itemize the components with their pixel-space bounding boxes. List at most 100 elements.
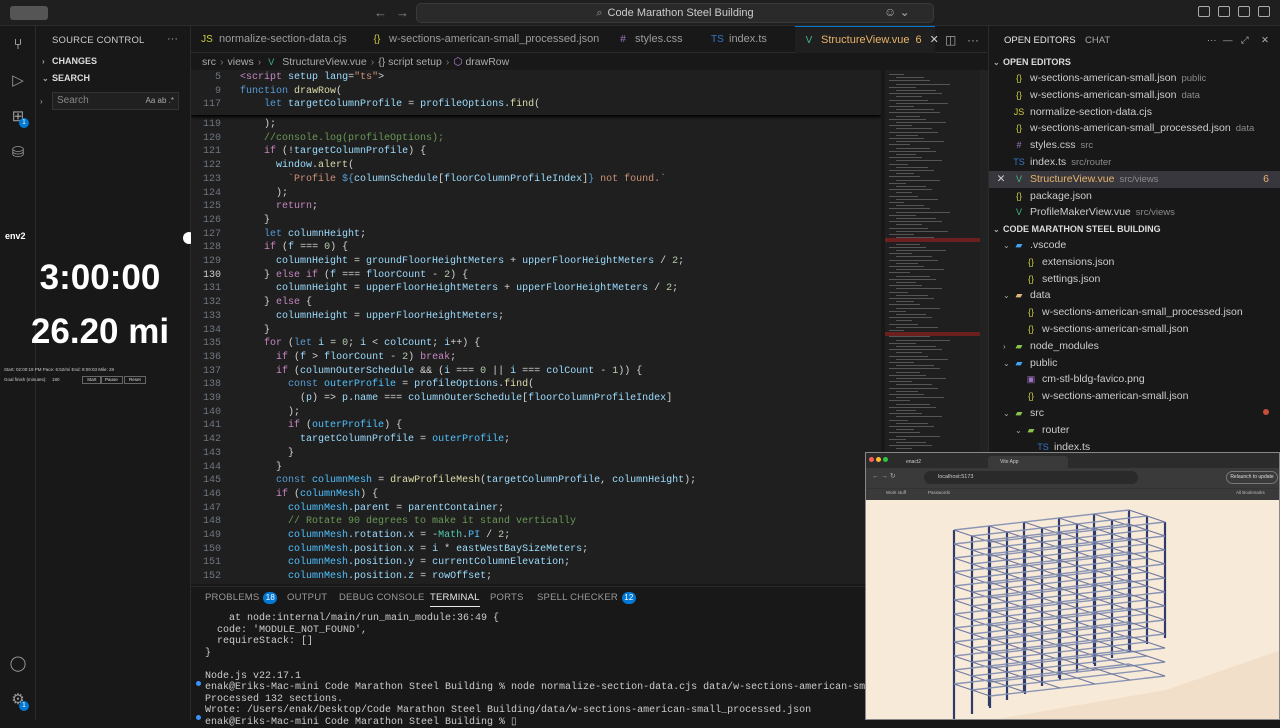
source-control-icon[interactable]: ⑂ [9,36,27,54]
tab-chat[interactable]: CHAT [1085,35,1110,46]
tab-normalize-section-data[interactable]: JSnormalize-section-data.cjs [201,26,361,53]
browser-tab[interactable]: enact2 [894,456,984,468]
code-line[interactable]: 141 if (outerProfile) { [191,419,881,433]
open-editor-item[interactable]: {}w-sections-american-small_processed.js… [989,120,1280,137]
copilot-icon[interactable]: ☺ ⌄ [884,5,910,19]
code-line[interactable]: 121 if (!targetColumnProfile) { [191,145,881,159]
code-line[interactable]: 127 let columnHeight; [191,228,881,242]
close-icon[interactable]: ✕ [989,171,1013,188]
open-editor-item[interactable]: {}w-sections-american-small.jsonpublic [989,70,1280,87]
3d-viewport[interactable] [866,500,1280,720]
close-icon[interactable]: ✕ [930,34,939,46]
code-line[interactable]: 148 // Rotate 90 degrees to make it stan… [191,515,881,529]
changes-section[interactable]: ›CHANGES [42,56,97,66]
toggle-secondary-sidebar-icon[interactable] [1258,6,1270,17]
code-line[interactable]: 129 columnHeight = groundFloorHeightMete… [191,255,881,269]
file-item[interactable]: {}w-sections-american-small.json [989,321,1280,338]
toggle-sidebar-icon[interactable] [1218,6,1230,17]
code-line[interactable]: 140 ); [191,406,881,420]
more-actions-icon[interactable]: ··· [967,33,979,47]
breadcrumb-item[interactable]: script setup [388,56,442,68]
open-editor-item[interactable]: VProfileMakerView.vuesrc/views [989,204,1280,221]
code-line[interactable]: 144 } [191,461,881,475]
code-line[interactable]: 136 if (f > floorCount - 2) break; [191,351,881,365]
code-line[interactable]: 139 (p) => p.name === columnOuterSchedul… [191,392,881,406]
more-actions-icon[interactable]: ··· [167,33,178,45]
code-line[interactable]: 152 columnMesh.position.z = rowOffset; [191,570,881,584]
code-line[interactable]: 122 window.alert( [191,159,881,173]
code-line[interactable]: 119 ); [191,118,881,132]
code-line[interactable]: 128 if (f === 0) { [191,241,881,255]
code-line[interactable]: 125 return; [191,200,881,214]
run-debug-icon[interactable]: ▷ [9,72,27,90]
search-options[interactable]: Aa ab .* [146,93,174,109]
code-line[interactable]: 149 columnMesh.rotation.x = -Math.PI / 2… [191,529,881,543]
bookmark-item[interactable]: Passwords [928,490,950,495]
code-line[interactable]: 138 const outerProfile = profileOptions.… [191,378,881,392]
code-line[interactable]: 145 const columnMesh = drawProfileMesh(t… [191,474,881,488]
sticky-line[interactable]: 9function drawRow( [191,85,881,99]
layout-icon[interactable] [1198,6,1210,17]
browser-tab-active[interactable]: Vite App [988,456,1068,468]
tab-spell-checker[interactable]: SPELL CHECKER12 [537,592,636,604]
breadcrumb-item[interactable]: drawRow [465,56,509,68]
settings-gear-icon[interactable]: ⚙1 [9,691,27,709]
code-line[interactable]: 150 columnMesh.position.x = i * eastWest… [191,543,881,557]
code-line[interactable]: 120 //console.log(profileOptions); [191,132,881,146]
forward-arrow-icon[interactable]: → [396,5,409,20]
code-line[interactable]: 132 } else { [191,296,881,310]
close-window-icon[interactable] [869,457,874,462]
code-line[interactable]: 151 columnMesh.position.y = currentColum… [191,556,881,570]
breadcrumb-item[interactable]: StructureView.vue [282,56,366,68]
tab-structure-view[interactable]: VStructureView.vue6✕ [795,26,935,53]
tab-output[interactable]: OUTPUT [287,592,327,603]
file-item[interactable]: {}w-sections-american-small.json [989,388,1280,405]
folder-item[interactable]: ⌄▰.vscode [989,237,1280,254]
folder-item[interactable]: ⌄▰data [989,287,1280,304]
code-line[interactable]: 131 columnHeight = upperFloorHeightMeter… [191,282,881,296]
code-line[interactable]: 130 } else if (f === floorCount - 2) { [191,269,881,283]
open-editors-section[interactable]: ⌄OPEN EDITORS [993,57,1071,67]
relaunch-button[interactable]: Relaunch to update [1226,471,1278,484]
code-line[interactable]: 146 if (columnMesh) { [191,488,881,502]
close-icon[interactable]: ✕ [1261,35,1269,46]
open-editor-item[interactable]: {}w-sections-american-small.jsondata [989,87,1280,104]
command-center[interactable]: ⌕Code Marathon Steel Building [416,3,934,23]
bookmark-item[interactable]: Work stuff [886,490,906,495]
search-section[interactable]: ⌄SEARCH [42,73,90,83]
file-item[interactable]: {}extensions.json [989,254,1280,271]
code-line[interactable]: 147 columnMesh.parent = parentContainer; [191,502,881,516]
reset-button[interactable]: Reset [124,376,146,384]
all-bookmarks[interactable]: All Bookmarks [1236,490,1265,495]
minimize-window-icon[interactable] [876,457,881,462]
open-editor-item[interactable]: JSnormalize-section-data.cjs [989,104,1280,121]
folder-item[interactable]: ⌄▰src [989,405,1280,422]
sticky-line[interactable]: 117 let targetColumnProfile = profileOpt… [191,98,881,112]
tab-ports[interactable]: PORTS [490,592,524,603]
open-editor-item[interactable]: {}package.json [989,188,1280,205]
breadcrumb-item[interactable]: views [228,56,254,68]
folder-item[interactable]: ⌄▰public [989,355,1280,372]
code-editor[interactable]: 5<script setup lang="ts">9function drawR… [191,70,881,584]
code-line[interactable]: 137 if (columnOuterSchedule && (i === 0 … [191,365,881,379]
code-line[interactable]: 124 ); [191,187,881,201]
open-editor-item[interactable]: ✕VStructureView.vuesrc/views6 [989,171,1280,188]
file-item[interactable]: ▣cm-stl-bldg-favico.png [989,371,1280,388]
toggle-panel-icon[interactable] [1238,6,1250,17]
tab-terminal[interactable]: TERMINAL [430,592,480,607]
sidebar-toggle-icon[interactable] [10,6,48,20]
tab-styles-css[interactable]: #styles.css [617,26,697,53]
project-section[interactable]: ⌄CODE MARATHON STEEL BUILDING [993,224,1161,234]
open-editor-item[interactable]: TSindex.tssrc/router [989,154,1280,171]
file-item[interactable]: {}settings.json [989,271,1280,288]
open-editor-item[interactable]: #styles.csssrc [989,137,1280,154]
tab-index-ts[interactable]: TSindex.ts [711,26,781,53]
folder-item[interactable]: ›▰node_modules [989,338,1280,355]
tab-w-sections-processed[interactable]: {}w-sections-american-small_processed.js… [371,26,611,53]
zoom-window-icon[interactable] [883,457,888,462]
code-line[interactable]: 142 targetColumnProfile = outerProfile; [191,433,881,447]
account-icon[interactable]: ◯ [9,655,27,673]
breadcrumb-item[interactable]: src [202,56,216,68]
chevron-right-icon[interactable]: › [40,97,43,106]
minimize-icon[interactable]: ― [1223,35,1233,46]
